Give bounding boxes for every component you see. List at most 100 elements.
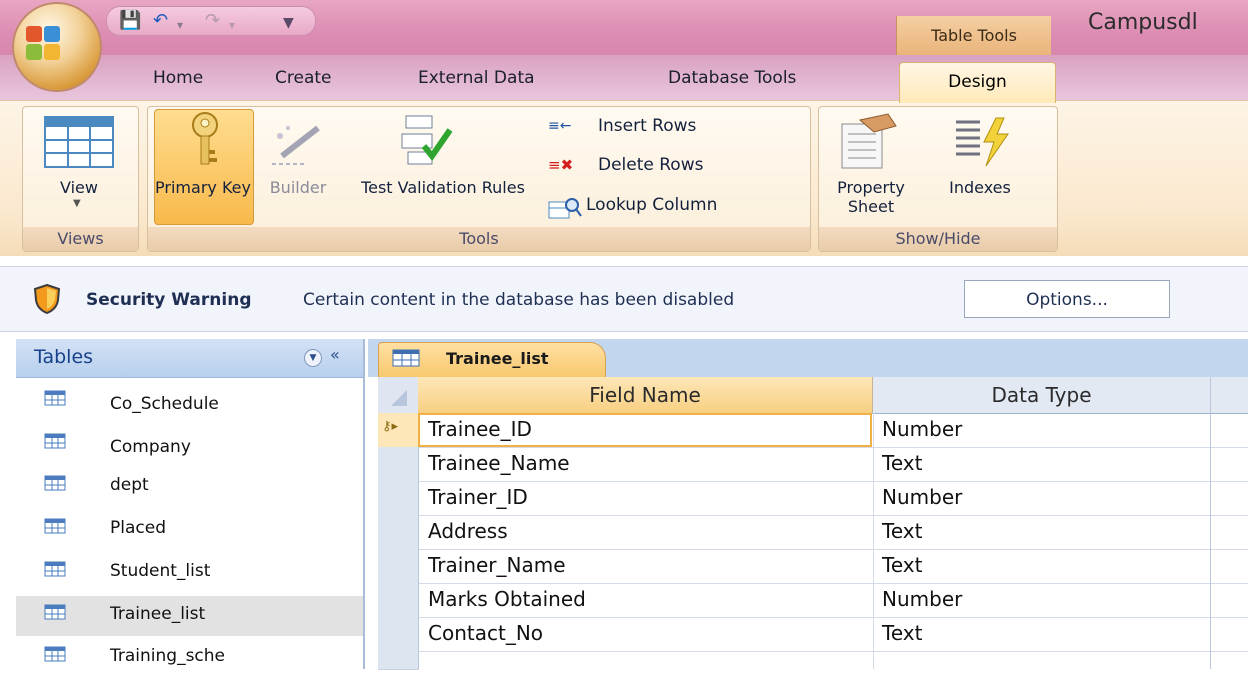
delete-rows-icon: ≡✖ <box>548 156 574 174</box>
nav-item-dept[interactable]: dept <box>16 467 363 507</box>
customize-toolbar-icon[interactable]: ▼ <box>283 13 294 33</box>
nav-item-label: Company <box>110 436 191 457</box>
security-warning-title: Security Warning <box>86 290 252 310</box>
property-sheet-icon <box>841 113 897 169</box>
builder-button: Builder <box>269 178 327 197</box>
window-title: Campusdl <box>1088 10 1198 35</box>
view-icon <box>44 116 114 168</box>
column-header-data-type[interactable]: Data Type <box>873 377 1211 413</box>
delete-rows-button[interactable]: Delete Rows <box>598 155 703 175</box>
undo-dropdown-icon[interactable]: ▾ <box>177 15 183 35</box>
table-icon <box>44 604 66 619</box>
field-name-cell[interactable]: Trainer_ID <box>428 485 528 509</box>
field-name-cell[interactable]: Address <box>428 519 508 543</box>
nav-menu-dropdown-icon[interactable]: ▼ <box>304 349 322 367</box>
nav-item-label: Placed <box>110 518 166 539</box>
test-validation-rules-button[interactable]: Test Validation Rules <box>344 178 542 197</box>
tab-design[interactable]: Design <box>899 62 1056 103</box>
key-icon <box>192 112 218 165</box>
tab-create[interactable]: Create <box>275 68 332 88</box>
row-divider <box>418 651 1248 652</box>
office-logo-icon <box>26 26 60 60</box>
active-cell-border <box>418 413 872 447</box>
new-row-selector[interactable] <box>378 651 419 670</box>
row-divider <box>418 515 1248 516</box>
test-validation-icon <box>401 115 453 165</box>
redo-dropdown-icon: ▾ <box>229 18 236 32</box>
column-divider <box>873 413 874 669</box>
indexes-button[interactable]: Indexes <box>918 178 1042 197</box>
field-name-cell[interactable]: Trainer_Name <box>428 553 566 577</box>
indexes-icon <box>956 117 1009 167</box>
row-divider <box>418 447 1248 448</box>
views-group-label: Views <box>23 227 138 251</box>
insert-rows-button[interactable]: Insert Rows <box>598 116 696 136</box>
row-selector[interactable] <box>378 583 419 618</box>
nav-item-label: Trainee_list <box>110 603 206 624</box>
redo-icon: ↷ <box>205 10 221 31</box>
builder-icon <box>272 125 320 165</box>
data-type-cell[interactable]: Text <box>882 621 922 645</box>
navigation-pane-title: Tables <box>34 346 94 368</box>
lookup-column-button[interactable]: Lookup Column <box>586 195 717 215</box>
nav-item-label: Student_list <box>110 560 211 581</box>
row-selector[interactable] <box>378 481 419 516</box>
save-icon[interactable]: 💾 <box>119 11 141 31</box>
nav-item-trainee-list[interactable]: Trainee_list <box>16 595 363 636</box>
data-type-cell[interactable]: Text <box>882 519 922 543</box>
options-button[interactable]: Options... <box>964 280 1170 318</box>
row-divider <box>418 617 1248 618</box>
data-type-cell[interactable]: Number <box>882 417 962 441</box>
select-all-triangle-icon <box>391 390 407 406</box>
insert-rows-icon: ≡← <box>548 118 572 134</box>
table-icon <box>44 433 66 449</box>
table-tools-label: Table Tools <box>896 16 1051 55</box>
data-type-cell[interactable]: Text <box>882 553 922 577</box>
security-warning-message: Certain content in the database has been… <box>303 290 735 310</box>
property-sheet-button[interactable]: Property Sheet <box>828 178 914 216</box>
lookup-column-icon <box>548 198 582 219</box>
tab-external-data[interactable]: External Data <box>418 68 535 88</box>
ribbon-tabs: Home Create External Data Database Tools <box>0 55 1248 100</box>
data-type-cell[interactable]: Text <box>882 451 922 475</box>
tools-group-label: Tools <box>148 227 810 251</box>
quick-access-toolbar: 💾 ↶ ▾ ↷ ▾ ▼ <box>106 6 316 36</box>
row-selector[interactable] <box>378 549 419 584</box>
shutter-bar-close-icon[interactable]: « <box>330 345 340 364</box>
nav-item-label: Co_Schedule <box>110 394 219 414</box>
nav-item-placed[interactable]: Placed <box>16 510 363 550</box>
nav-item-training-sche[interactable]: Training_sche <box>16 638 363 678</box>
undo-icon[interactable]: ↶ <box>153 11 168 31</box>
primary-key-label: Primary Key <box>155 178 251 197</box>
show-hide-group-label: Show/Hide <box>819 227 1057 251</box>
table-icon <box>44 390 66 406</box>
table-icon <box>392 349 420 367</box>
data-type-cell[interactable]: Number <box>882 485 962 509</box>
row-divider <box>418 549 1248 550</box>
field-name-cell[interactable]: Contact_No <box>428 621 543 645</box>
row-divider <box>418 583 1248 584</box>
data-type-cell[interactable]: Number <box>882 587 962 611</box>
view-dropdown-icon[interactable]: ▼ <box>73 198 81 209</box>
row-selector[interactable] <box>378 617 419 652</box>
field-name-cell[interactable]: Trainee_Name <box>428 451 570 475</box>
row-selector[interactable] <box>378 515 419 550</box>
field-name-cell[interactable]: Marks Obtained <box>428 587 586 611</box>
row-selector[interactable]: ⚷▸ <box>378 413 419 448</box>
nav-item-company[interactable]: Company <box>16 425 363 465</box>
nav-item-co-schedule[interactable]: Co_Schedule <box>16 382 363 422</box>
table-icon <box>44 518 66 534</box>
table-icon <box>44 475 66 491</box>
tab-database-tools[interactable]: Database Tools <box>668 68 796 88</box>
column-divider <box>1210 377 1211 669</box>
nav-item-label: Training_sche <box>110 646 226 667</box>
tab-home[interactable]: Home <box>153 68 203 88</box>
nav-item-student-list[interactable]: Student_list <box>16 553 363 593</box>
row-divider <box>418 481 1248 482</box>
shield-icon <box>34 284 60 314</box>
primary-key-row-icon: ⚷▸ <box>382 419 399 434</box>
view-button[interactable]: View <box>40 178 118 197</box>
table-icon <box>44 561 66 577</box>
row-selector[interactable] <box>378 447 419 482</box>
column-header-field-name[interactable]: Field Name <box>418 377 873 413</box>
